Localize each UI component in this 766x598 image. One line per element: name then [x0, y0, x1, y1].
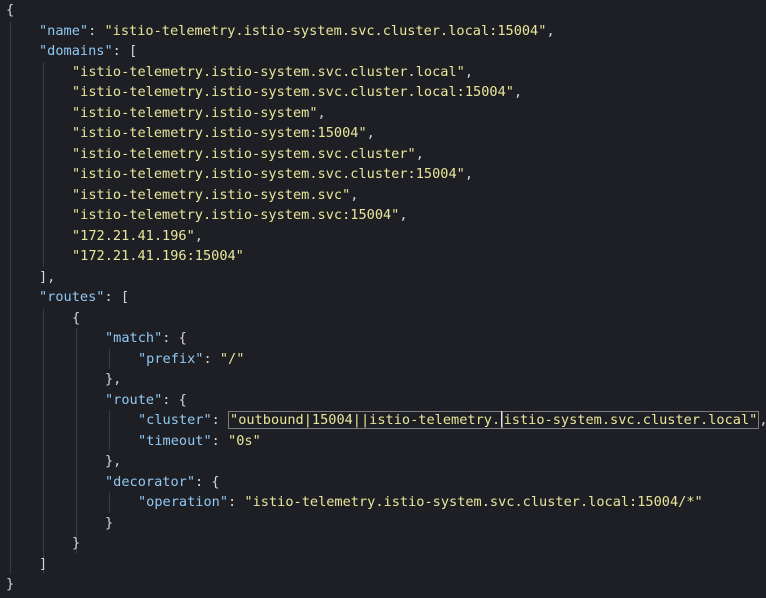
json-punctuation: , — [366, 125, 375, 141]
json-punctuation: , — [194, 227, 203, 244]
json-punctuation: , — [350, 186, 359, 203]
json-string: "/" — [219, 350, 245, 367]
json-key: "name" — [39, 22, 89, 39]
json-punctuation: : [ — [112, 43, 138, 59]
json-string: "0s" — [228, 432, 261, 449]
json-string: "istio-telemetry.istio-system.svc.cluste… — [244, 494, 703, 510]
json-punctuation: , — [415, 145, 424, 162]
highlighted-string: istio-system.svc.cluster.local" — [501, 411, 760, 429]
json-punctuation: , — [317, 104, 326, 121]
json-key: "prefix" — [138, 350, 204, 367]
json-punctuation: : — [88, 22, 105, 39]
code-line[interactable]: "istio-telemetry.istio-system.svc", — [72, 185, 358, 206]
json-punctuation: : — [203, 350, 220, 367]
json-punctuation: , — [399, 207, 408, 223]
json-string: "istio-telemetry.istio-system.svc.cluste… — [72, 166, 465, 182]
json-punctuation: : — [211, 432, 229, 449]
code-line[interactable]: "istio-telemetry.istio-system:15004", — [72, 123, 375, 144]
json-string: "istio-telemetry.istio-system.svc.cluste… — [104, 22, 547, 39]
code-line[interactable]: } — [105, 513, 113, 534]
json-string: "172.21.41.196" — [72, 227, 195, 244]
json-punctuation: : — [211, 412, 229, 428]
json-string: "istio-telemetry.istio-system.svc.cluste… — [72, 145, 416, 162]
code-line[interactable]: }, — [105, 451, 121, 472]
code-line[interactable]: "istio-telemetry.istio-system.svc.cluste… — [72, 62, 473, 83]
code-line[interactable]: "istio-telemetry.istio-system.svc.cluste… — [72, 164, 473, 185]
code-line[interactable]: "name": "istio-telemetry.istio-system.sv… — [39, 21, 555, 42]
json-string: "istio-telemetry.istio-system.svc.cluste… — [72, 84, 514, 100]
code-line[interactable]: "decorator": { — [105, 472, 220, 493]
json-string: "istio-telemetry.istio-system.svc" — [72, 186, 351, 203]
json-key: "domains" — [39, 43, 113, 59]
json-punctuation: : { — [162, 330, 187, 346]
json-string: "istio-telemetry.istio-system" — [72, 104, 318, 121]
code-line[interactable]: "cluster": "outbound|15004||istio-teleme… — [138, 410, 766, 431]
json-key: "route" — [105, 391, 163, 408]
code-line[interactable]: "domains": [ — [39, 41, 137, 62]
code-line[interactable]: ], — [39, 267, 55, 288]
json-key: "cluster" — [138, 412, 212, 428]
code-line[interactable]: "routes": [ — [39, 287, 129, 308]
json-punctuation: : { — [195, 473, 220, 490]
code-line[interactable]: ] — [39, 554, 47, 575]
indent-guide — [10, 20, 11, 574]
json-punctuation: : { — [162, 391, 187, 408]
code-line[interactable]: "istio-telemetry.istio-system.svc.cluste… — [72, 82, 522, 103]
code-line[interactable]: { — [72, 308, 80, 329]
json-punctuation: }, — [105, 371, 122, 387]
indent-guide — [109, 410, 110, 451]
code-line[interactable]: "172.21.41.196:15004" — [72, 246, 244, 267]
indent-guide — [43, 61, 44, 267]
json-punctuation: ], — [39, 268, 56, 285]
json-punctuation: , — [759, 412, 766, 428]
json-string: "istio-telemetry.istio-system.svc:15004" — [72, 207, 400, 223]
code-line[interactable]: "match": { — [105, 328, 187, 349]
json-key: "match" — [105, 330, 163, 346]
json-key: "routes" — [39, 289, 105, 305]
json-punctuation: : — [228, 494, 245, 510]
json-punctuation: , — [513, 84, 523, 100]
highlighted-string: "outbound|15004||istio-telemetry. — [228, 411, 503, 429]
indent-guide — [76, 328, 77, 554]
code-line[interactable]: "operation": "istio-telemetry.istio-syst… — [138, 492, 703, 513]
code-line[interactable]: "route": { — [105, 390, 187, 411]
json-string: "istio-telemetry.istio-system.svc.cluste… — [72, 63, 465, 80]
json-punctuation: , — [546, 22, 555, 39]
indent-guide — [109, 492, 110, 513]
code-line[interactable]: } — [72, 533, 80, 554]
json-key: "decorator" — [105, 473, 196, 490]
indent-guide — [109, 348, 110, 369]
json-string: "istio-telemetry.istio-system:15004" — [72, 125, 367, 141]
code-line[interactable]: }, — [105, 369, 121, 390]
json-key: "operation" — [138, 494, 229, 510]
code-line[interactable]: "istio-telemetry.istio-system.svc:15004"… — [72, 205, 408, 226]
code-editor[interactable]: { "name": "istio-telemetry.istio-system.s… — [0, 0, 766, 598]
json-string: "172.21.41.196:15004" — [72, 248, 244, 264]
code-line[interactable]: { — [6, 0, 14, 21]
code-line[interactable]: "172.21.41.196", — [72, 226, 203, 247]
code-line[interactable]: "timeout": "0s" — [138, 431, 261, 452]
code-line[interactable]: } — [6, 574, 14, 595]
json-punctuation: , — [464, 166, 474, 182]
json-punctuation: } — [105, 514, 114, 531]
json-punctuation: { — [72, 309, 81, 326]
code-line[interactable]: "istio-telemetry.istio-system.svc.cluste… — [72, 144, 424, 165]
indent-guide — [43, 307, 44, 574]
json-punctuation: }, — [105, 453, 122, 469]
code-line[interactable]: "istio-telemetry.istio-system", — [72, 103, 326, 124]
json-key: "timeout" — [138, 432, 212, 449]
json-punctuation: } — [72, 535, 81, 551]
json-punctuation: } — [6, 576, 15, 592]
json-punctuation: , — [464, 63, 474, 80]
json-punctuation: : [ — [104, 289, 130, 305]
json-punctuation: ] — [39, 555, 48, 572]
json-punctuation: { — [6, 2, 15, 18]
code-line[interactable]: "prefix": "/" — [138, 349, 244, 370]
